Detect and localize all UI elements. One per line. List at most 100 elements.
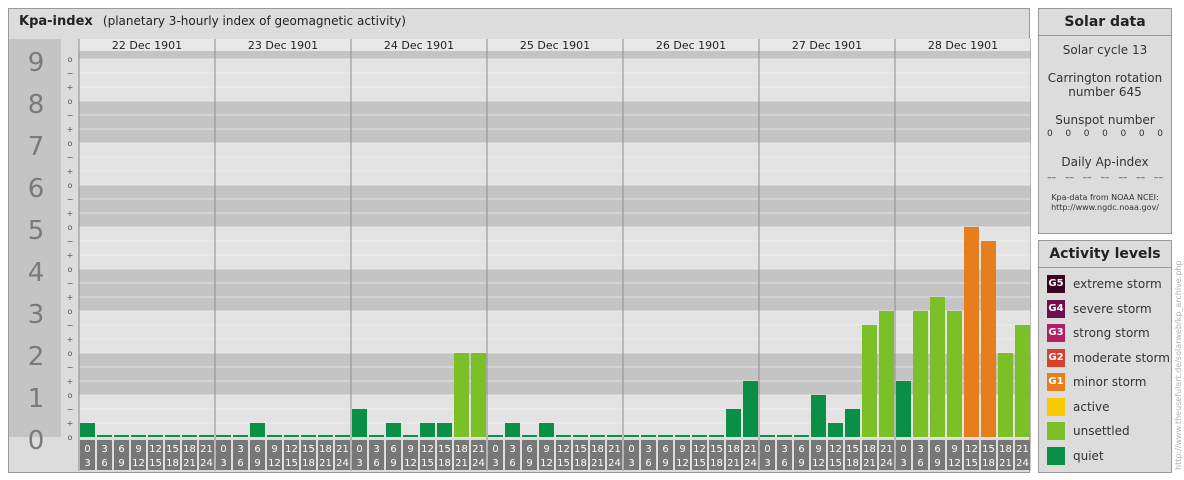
kp-bar <box>692 435 707 437</box>
interval-end-label: 21 <box>183 458 196 469</box>
kp-bar <box>913 311 928 437</box>
interval-start-label: 3 <box>917 444 923 455</box>
y-tick-label: 1 <box>28 384 45 414</box>
sunspot-value: 0 <box>1083 129 1090 139</box>
kp-bar <box>165 435 180 437</box>
interval-start-label: 15 <box>302 444 315 455</box>
day-label: 23 Dec 1901 <box>248 39 318 52</box>
y-subtick-label: − <box>67 363 74 372</box>
data-source-line1: Kpa-data from NOAA NCEI: <box>1051 193 1159 202</box>
kpa-bar-chart: o+−o+−o+−o+−o+−o+−o+−o+−o+−o012345678922… <box>9 39 1031 471</box>
interval-start-label: 6 <box>118 444 124 455</box>
day-label: 24 Dec 1901 <box>384 39 454 52</box>
kp-bar <box>131 435 146 437</box>
kp-bar <box>148 435 163 437</box>
kp-bar <box>998 353 1013 437</box>
y-subtick-label: + <box>67 293 74 302</box>
interval-end-label: 3 <box>220 458 226 469</box>
interval-end-label: 18 <box>710 458 723 469</box>
interval-end-label: 6 <box>509 458 515 469</box>
y-tick-label: 3 <box>28 300 45 330</box>
y-subtick-label: + <box>67 251 74 260</box>
kp-bar <box>97 435 112 437</box>
interval-start-label: 0 <box>220 444 226 455</box>
legend-swatch: G2 <box>1047 348 1065 367</box>
interval-start-label: 15 <box>846 444 859 455</box>
interval-start-label: 6 <box>390 444 396 455</box>
kp-bar <box>386 423 401 437</box>
interval-end-label: 6 <box>917 458 923 469</box>
kp-bar <box>862 324 877 437</box>
interval-end-label: 12 <box>132 458 145 469</box>
interval-start-label: 0 <box>764 444 770 455</box>
kpa-chart-panel: Kpa-index (planetary 3-hourly index of g… <box>8 8 1031 473</box>
interval-end-label: 12 <box>676 458 689 469</box>
interval-end-label: 6 <box>645 458 651 469</box>
interval-start-label: 0 <box>628 444 634 455</box>
interval-start-label: 18 <box>727 444 740 455</box>
kp-bar <box>301 435 316 437</box>
data-source-link[interactable]: http://www.ngdc.noaa.gov/ <box>1039 203 1171 213</box>
interval-end-label: 12 <box>812 458 825 469</box>
y-subtick-label: o <box>68 97 73 106</box>
interval-start-label: 6 <box>526 444 532 455</box>
carrington-line1: Carrington rotation <box>1047 71 1163 85</box>
sunspot-value: 0 <box>1120 129 1127 139</box>
interval-start-label: 21 <box>608 444 621 455</box>
y-tick-label: 0 <box>28 426 45 456</box>
interval-end-label: 15 <box>557 458 570 469</box>
kp-bar <box>794 435 809 437</box>
interval-start-label: 6 <box>662 444 668 455</box>
kp-band <box>79 51 1031 59</box>
interval-end-label: 21 <box>999 458 1012 469</box>
interval-start-label: 15 <box>982 444 995 455</box>
solar-data-panel: Solar data Solar cycle 13 Carrington rot… <box>1038 8 1172 234</box>
day-label: 25 Dec 1901 <box>520 39 590 52</box>
interval-end-label: 24 <box>608 458 621 469</box>
kp-bar <box>641 435 656 437</box>
y-subtick-label: o <box>68 265 73 274</box>
ap-value: –– <box>1100 173 1110 183</box>
interval-end-label: 3 <box>84 458 90 469</box>
legend-label: minor storm <box>1073 375 1147 389</box>
interval-end-label: 24 <box>880 458 893 469</box>
kp-bar <box>199 435 214 437</box>
interval-start-label: 21 <box>880 444 893 455</box>
sunspot-value: 0 <box>1138 129 1145 139</box>
interval-end-label: 3 <box>764 458 770 469</box>
interval-end-label: 6 <box>101 458 107 469</box>
y-subtick-label: − <box>67 405 74 414</box>
y-subtick-label: o <box>68 433 73 442</box>
kp-bar <box>539 423 554 437</box>
interval-start-label: 3 <box>373 444 379 455</box>
sunspot-value: 0 <box>1065 129 1072 139</box>
interval-start-label: 3 <box>237 444 243 455</box>
interval-end-label: 15 <box>285 458 298 469</box>
y-tick-label: 9 <box>28 48 45 78</box>
kp-bar <box>726 408 741 437</box>
activity-levels-panel: Activity levels G5 extreme storm G4 severe … <box>1038 240 1172 473</box>
interval-end-label: 3 <box>628 458 634 469</box>
y-subtick-label: o <box>68 139 73 148</box>
kp-bar <box>318 435 333 437</box>
interval-start-label: 12 <box>965 444 978 455</box>
day-label: 22 Dec 1901 <box>112 39 182 52</box>
interval-start-label: 15 <box>574 444 587 455</box>
interval-end-label: 18 <box>166 458 179 469</box>
interval-end-label: 9 <box>526 458 532 469</box>
interval-start-label: 12 <box>693 444 706 455</box>
legend-item: active <box>1047 397 1109 416</box>
kp-bar <box>760 435 775 437</box>
kp-bar <box>267 435 282 437</box>
interval-start-label: 3 <box>781 444 787 455</box>
y-subtick-label: − <box>67 153 74 162</box>
kp-bar <box>879 311 894 437</box>
legend-item: G2 moderate storm <box>1047 348 1170 367</box>
interval-start-label: 0 <box>900 444 906 455</box>
kp-bar <box>233 435 248 437</box>
interval-start-label: 18 <box>455 444 468 455</box>
interval-end-label: 9 <box>118 458 124 469</box>
y-tick-label: 7 <box>28 132 45 162</box>
legend-swatch <box>1047 397 1065 416</box>
kp-bar <box>403 435 418 437</box>
